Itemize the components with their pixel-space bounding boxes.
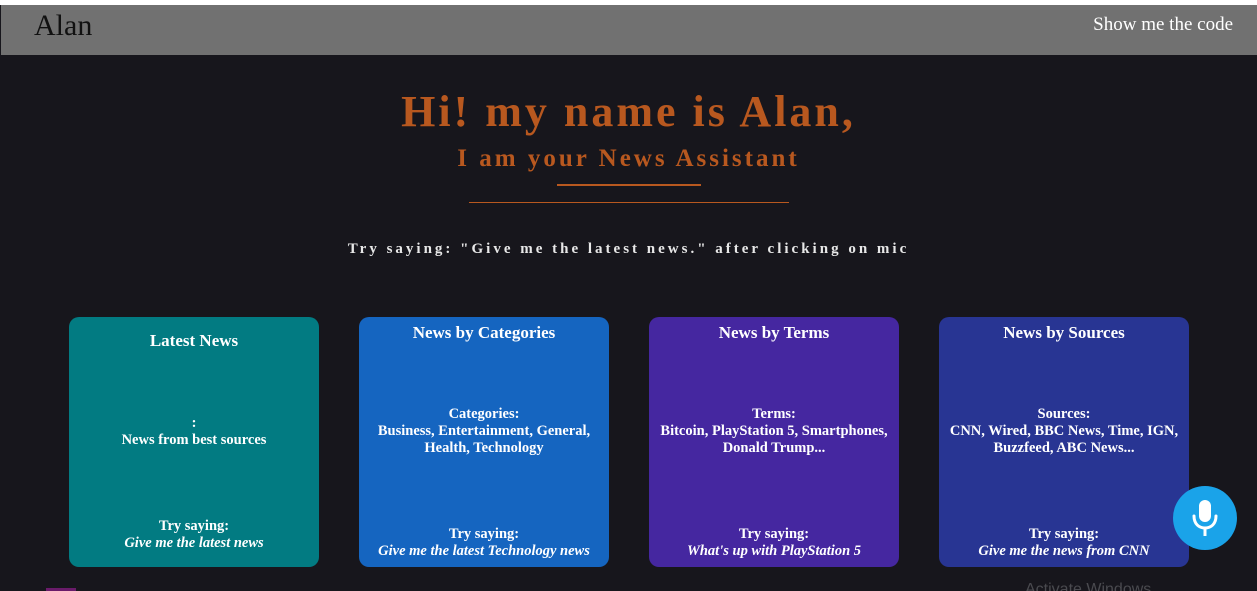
card-info: : News from best sources xyxy=(77,415,311,449)
windows-activation-watermark: Activate Windows xyxy=(1025,581,1152,591)
card-info-text: CNN, Wired, BBC News, Time, IGN, Buzzfee… xyxy=(949,423,1179,456)
card-try: Try saying: What's up with PlayStation 5 xyxy=(653,526,895,560)
show-code-link[interactable]: Show me the code xyxy=(1093,15,1233,34)
card-title: News by Sources xyxy=(1003,323,1125,342)
card-info-label: Sources: xyxy=(1037,406,1091,422)
card-try-label: Try saying: xyxy=(448,526,520,542)
page: Alan Show me the code Hi! my name is Ala… xyxy=(0,0,1257,591)
card-try-label: Try saying: xyxy=(1028,526,1100,542)
card-info: Terms: Bitcoin, PlayStation 5, Smartphon… xyxy=(657,406,891,457)
card-try: Try saying: Give me the news from CNN xyxy=(943,526,1185,560)
card-news-by-terms[interactable]: News by Terms Terms: Bitcoin, PlayStatio… xyxy=(649,317,899,567)
card-info-label: Terms: xyxy=(752,406,796,422)
microphone-icon xyxy=(1192,500,1218,536)
card-info-label: : xyxy=(191,415,197,431)
card-try-label: Try saying: xyxy=(738,526,810,542)
card-try: Try saying: Give me the latest news xyxy=(73,518,315,552)
card-info-text: Business, Entertainment, General, Health… xyxy=(377,423,591,456)
title-underline-short xyxy=(557,184,701,186)
hero-title: Hi! my name is Alan, xyxy=(401,87,856,136)
card-info-text: Bitcoin, PlayStation 5, Smartphones, Don… xyxy=(660,423,888,456)
title-underline-long xyxy=(469,202,789,203)
card-latest-news[interactable]: Latest News : News from best sources Try… xyxy=(69,317,319,567)
mic-button[interactable] xyxy=(1173,486,1237,550)
card-try-example: What's up with PlayStation 5 xyxy=(686,543,862,559)
card-title: Latest News xyxy=(149,331,239,350)
voice-hint: Try saying: "Give me the latest news." a… xyxy=(347,241,910,257)
card-news-by-categories[interactable]: News by Categories Categories: Business,… xyxy=(359,317,609,567)
card-try: Try saying: Give me the latest Technolog… xyxy=(363,526,605,560)
card-try-example: Give me the latest news xyxy=(124,535,264,551)
card-info: Categories: Business, Entertainment, Gen… xyxy=(367,406,601,457)
card-title: News by Terms xyxy=(718,323,830,342)
brand-logo-text[interactable]: Alan xyxy=(34,11,92,41)
navbar: Alan Show me the code xyxy=(1,5,1257,55)
card-try-example: Give me the latest Technology news xyxy=(378,543,590,559)
card-info: Sources: CNN, Wired, BBC News, Time, IGN… xyxy=(947,406,1181,457)
card-try-label: Try saying: xyxy=(158,518,230,534)
hero-subtitle: I am your News Assistant xyxy=(457,145,800,172)
card-title: News by Categories xyxy=(412,323,556,342)
card-try-example: Give me the news from CNN xyxy=(978,543,1150,559)
card-info-text: News from best sources xyxy=(121,432,267,448)
card-info-label: Categories: xyxy=(448,406,520,422)
card-news-by-sources[interactable]: News by Sources Sources: CNN, Wired, BBC… xyxy=(939,317,1189,567)
